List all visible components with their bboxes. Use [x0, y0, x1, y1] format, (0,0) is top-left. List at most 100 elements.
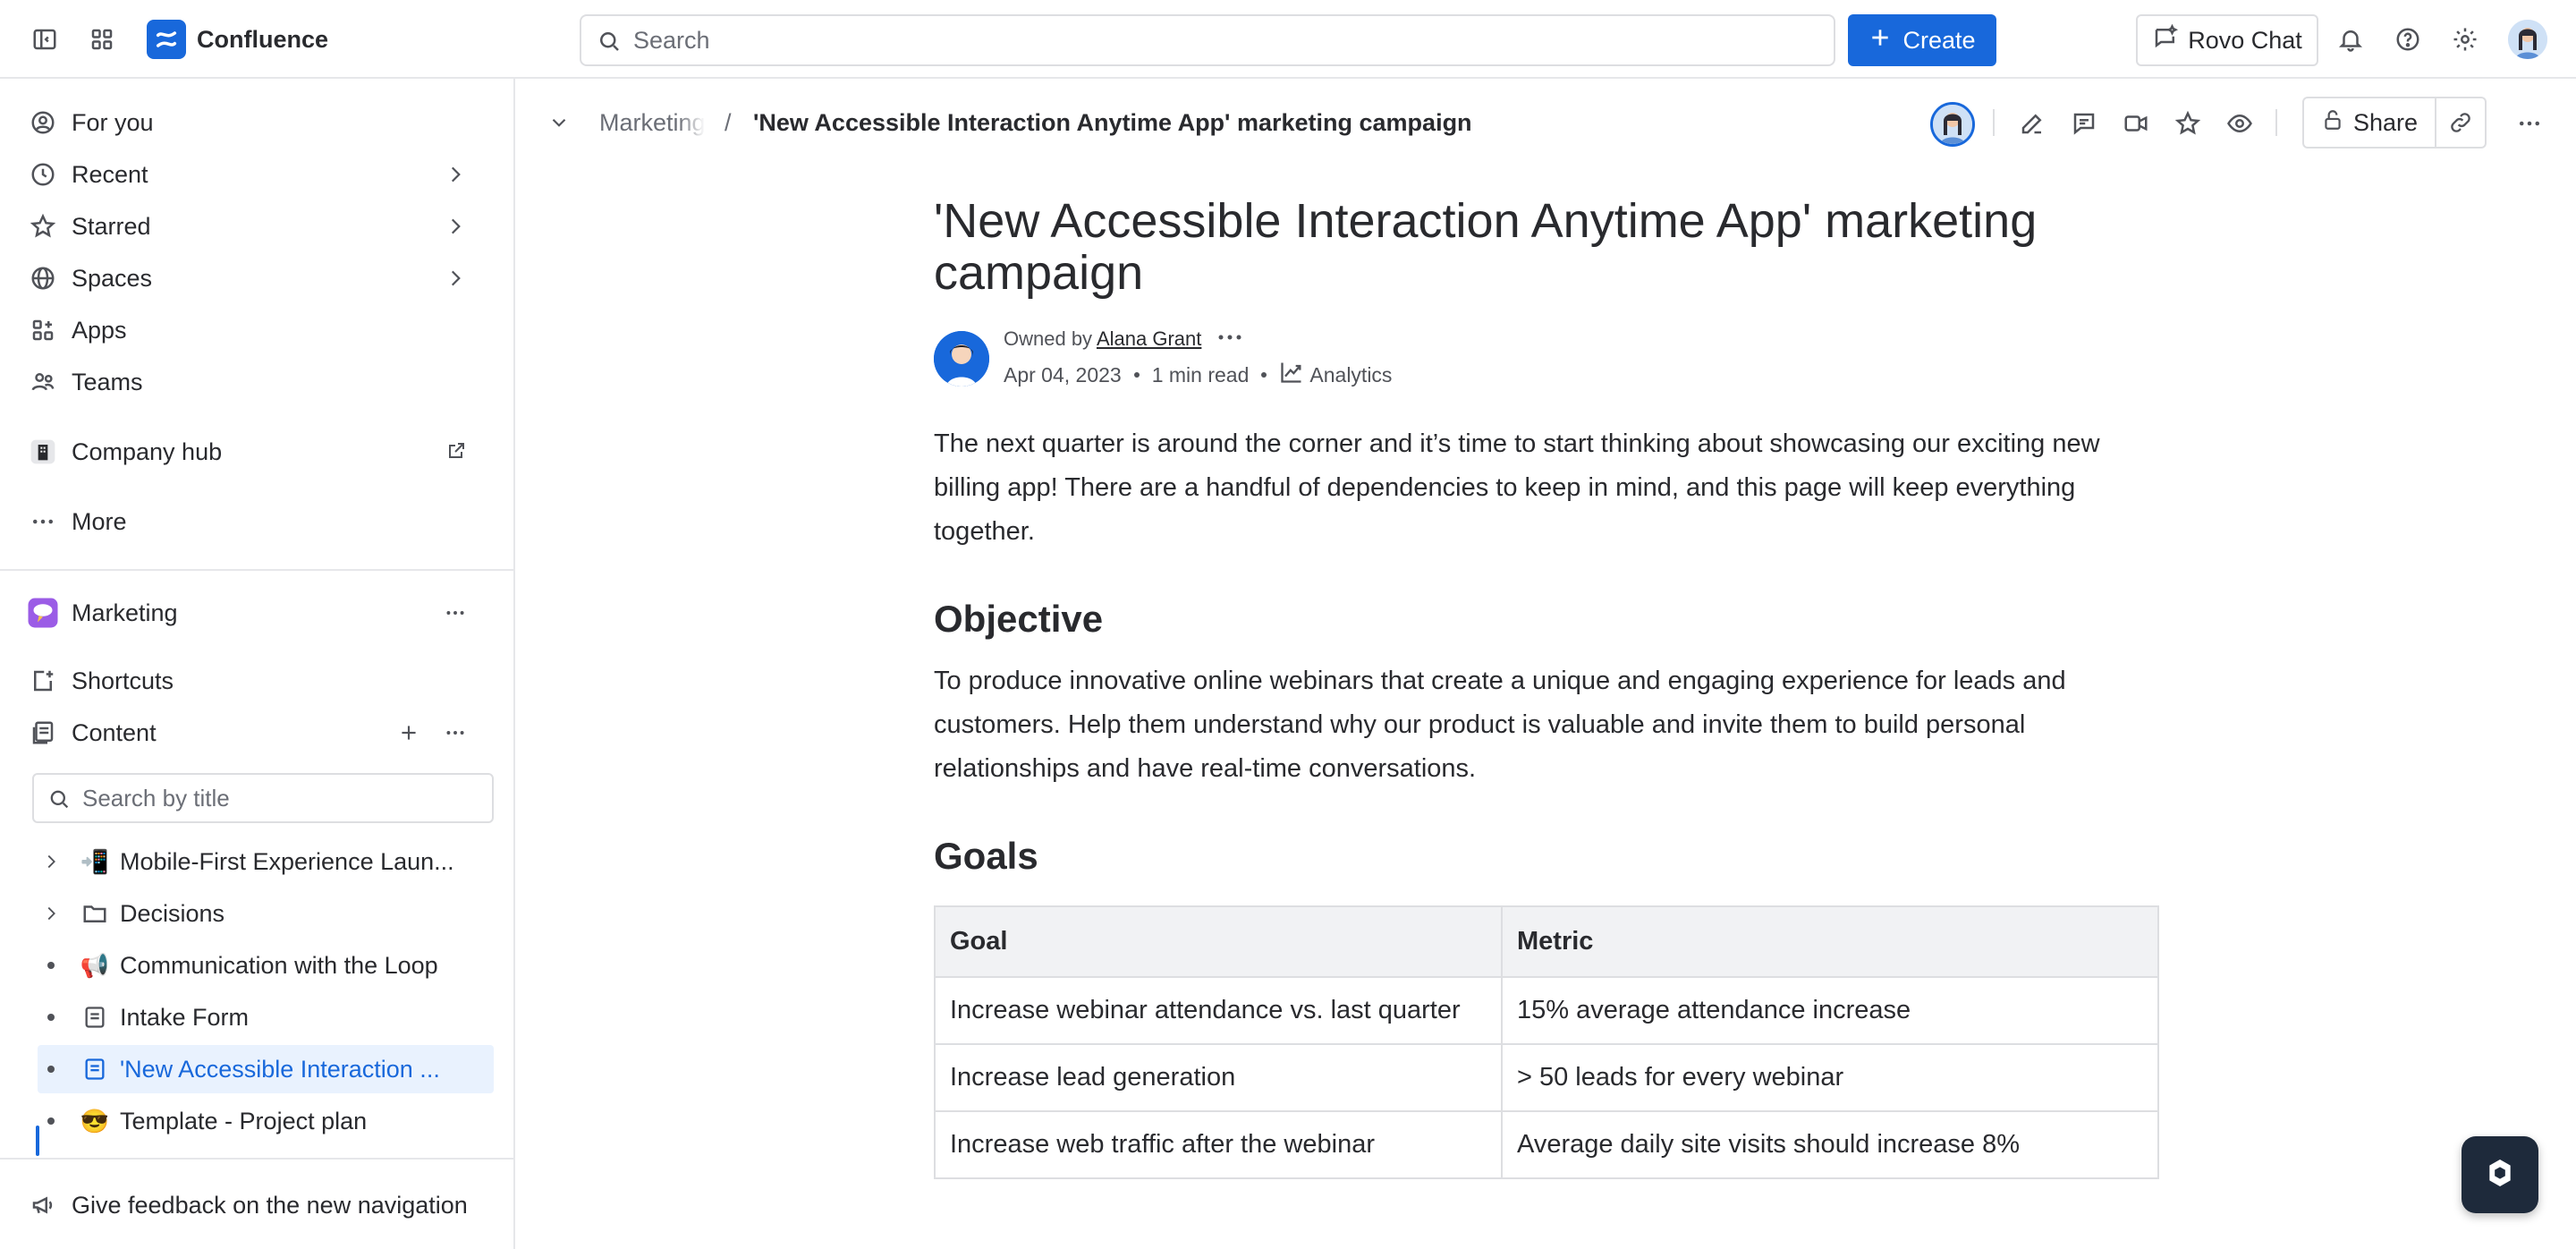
app-name: Confluence [197, 25, 329, 53]
top-navigation-bar: Confluence Search Create Rovo Chat [0, 0, 2576, 79]
search-by-title-placeholder: Search by title [82, 784, 230, 811]
edit-pencil-icon[interactable] [2012, 104, 2052, 143]
breadcrumb-separator: / [724, 109, 732, 136]
table-cell: > 50 leads for every webinar [1501, 1043, 2159, 1112]
table-header-cell: Metric [1501, 905, 2159, 978]
help-icon[interactable] [2388, 20, 2428, 59]
user-avatar[interactable] [2508, 20, 2547, 59]
bullet-icon [38, 1117, 64, 1125]
create-button[interactable]: Create [1848, 14, 1996, 66]
share-button[interactable]: Share [2302, 97, 2436, 149]
bullet-icon [38, 1014, 64, 1021]
more-dots-icon[interactable] [444, 601, 467, 631]
chevron-right-icon[interactable] [38, 904, 64, 923]
collaborator-avatar[interactable] [1930, 102, 1975, 147]
table-cell: Increase webinar attendance vs. last qua… [934, 976, 1503, 1045]
table-cell: 15% average attendance increase [1501, 976, 2159, 1045]
page-article: 'New Accessible Interaction Anytime App'… [934, 195, 2159, 1179]
tree-item-communication[interactable]: 📢 Communication with the Loop [38, 941, 494, 990]
star-icon [27, 210, 59, 242]
sidebar-item-recent[interactable]: Recent [27, 150, 494, 199]
table-row: Increase webinar attendance vs. last qua… [934, 976, 2159, 1045]
sidebar-item-label: Teams [72, 368, 143, 395]
chevron-right-icon[interactable] [38, 852, 64, 871]
chevron-down-icon[interactable] [547, 111, 571, 139]
page-byline: Owned by Alana Grant Apr 04, 2023 1 min … [934, 324, 2159, 395]
rovo-floating-button[interactable] [2462, 1136, 2538, 1213]
table-header-row: Goal Metric [934, 905, 2159, 978]
space-header-marketing[interactable]: Marketing [27, 589, 494, 637]
feedback-label: Give feedback on the new navigation [72, 1191, 468, 1219]
owner-more-dots-icon[interactable] [1216, 328, 1243, 351]
owner-avatar[interactable] [934, 331, 989, 387]
confluence-logo[interactable]: Confluence [147, 20, 328, 59]
share-label: Share [2352, 108, 2419, 136]
table-cell: Increase web traffic after the webinar [934, 1110, 1503, 1179]
tree-item-template-project-plan[interactable]: 😎 Template - Project plan [38, 1097, 494, 1145]
chevron-right-icon[interactable] [444, 163, 467, 192]
search-placeholder: Search [633, 26, 710, 54]
sidebar-item-more[interactable]: More [27, 497, 494, 546]
copy-link-icon[interactable] [2436, 97, 2487, 149]
sidebar-item-starred[interactable]: Starred [27, 202, 494, 251]
table-header-cell: Goal [934, 905, 1503, 978]
user-circle-icon [27, 106, 59, 139]
toolbar-divider [1993, 109, 1995, 136]
comment-icon[interactable] [2064, 104, 2104, 143]
app-switcher-icon[interactable] [82, 20, 122, 59]
tree-item-label: Communication with the Loop [120, 951, 438, 979]
tree-item-intake-form[interactable]: Intake Form [38, 993, 494, 1041]
sidebar-item-label: More [72, 507, 127, 535]
page-meta: Apr 04, 2023 1 min read Analytics [1004, 360, 1392, 390]
notifications-bell-icon[interactable] [2331, 20, 2370, 59]
sidebar-item-content[interactable]: Content [27, 709, 494, 757]
teams-icon [27, 366, 59, 398]
sidebar-item-label: Starred [72, 212, 151, 240]
more-dots-icon[interactable] [444, 721, 467, 751]
page-date: Apr 04, 2023 [1004, 362, 1122, 387]
analytics-link[interactable]: Analytics [1279, 360, 1392, 390]
content-pages-icon [27, 717, 59, 749]
sidebar-item-label: Spaces [72, 264, 153, 292]
toolbar-divider [2275, 109, 2277, 136]
owned-by: Owned by Alana Grant [1004, 327, 1243, 352]
global-search-input[interactable]: Search [580, 14, 1835, 66]
main-content: Marketing / 'New Accessible Interaction … [517, 79, 2576, 1249]
intro-paragraph: The next quarter is around the corner an… [934, 429, 2100, 546]
search-icon [596, 28, 623, 61]
star-icon[interactable] [2168, 104, 2207, 143]
breadcrumb-current[interactable]: 'New Accessible Interaction Anytime App'… [753, 109, 1472, 137]
sidebar-divider [0, 1158, 515, 1160]
sidebar-item-shortcuts[interactable]: Shortcuts [27, 657, 494, 705]
chevron-right-icon[interactable] [444, 267, 467, 296]
rovo-chat-button[interactable]: Rovo Chat [2136, 14, 2318, 66]
chevron-right-icon[interactable] [444, 215, 467, 244]
more-actions-icon[interactable] [2510, 104, 2549, 143]
tree-item-mobile-first[interactable]: 📲 Mobile-First Experience Laun... [38, 837, 494, 886]
table-cell: Increase lead generation [934, 1043, 1503, 1112]
add-content-plus-icon[interactable] [397, 721, 420, 751]
sidebar-item-company-hub[interactable]: Company hub [27, 428, 494, 476]
tree-item-new-accessible-interaction[interactable]: 'New Accessible Interaction ... [38, 1045, 494, 1093]
shortcut-icon [27, 665, 59, 697]
tree-item-label: Decisions [120, 899, 225, 927]
sidebar-item-label: Company hub [72, 438, 223, 465]
breadcrumb-parent[interactable]: Marketing [599, 109, 705, 137]
video-icon[interactable] [2116, 104, 2156, 143]
watch-eye-icon[interactable] [2220, 104, 2259, 143]
sidebar-divider [0, 569, 515, 571]
meta-separator [1133, 372, 1140, 378]
owner-link[interactable]: Alana Grant [1097, 327, 1201, 350]
sidebar-item-apps[interactable]: Apps [27, 306, 494, 354]
bullet-icon [38, 1066, 64, 1073]
tree-item-decisions[interactable]: Decisions [38, 889, 494, 938]
external-link-icon[interactable] [445, 440, 467, 468]
sidebar-item-spaces[interactable]: Spaces [27, 254, 494, 302]
objective-paragraph: To produce innovative online webinars th… [934, 667, 2066, 783]
sidebar-item-for-you[interactable]: For you [27, 98, 494, 147]
give-feedback-button[interactable]: Give feedback on the new navigation [27, 1181, 494, 1229]
sidebar-toggle-icon[interactable] [25, 20, 64, 59]
sidebar-item-teams[interactable]: Teams [27, 358, 494, 406]
search-by-title-input[interactable]: Search by title [32, 773, 494, 823]
settings-gear-icon[interactable] [2445, 20, 2485, 59]
